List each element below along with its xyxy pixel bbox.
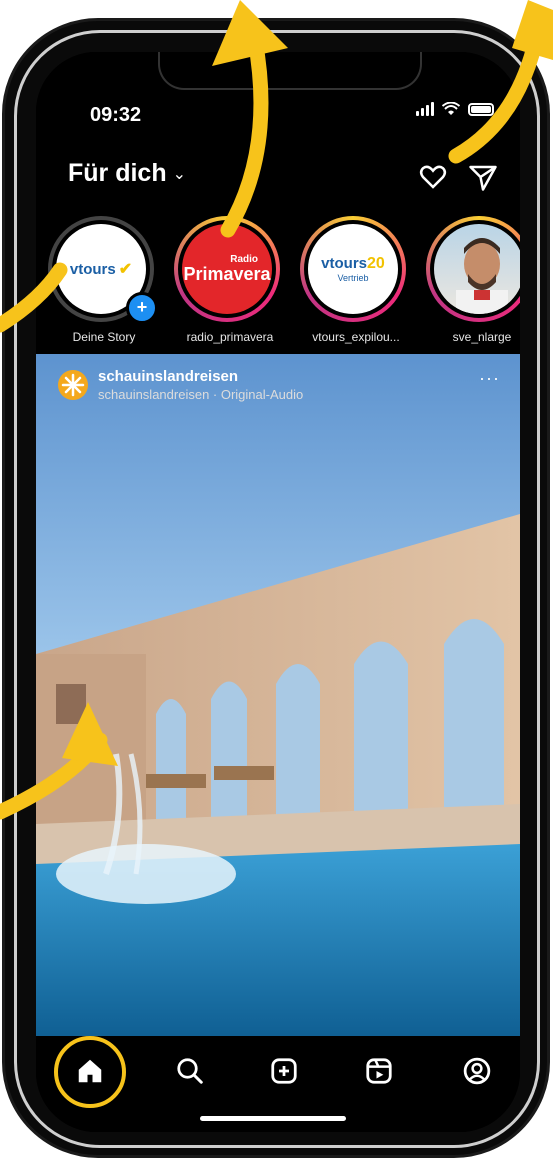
story-label: radio_primavera: [186, 330, 274, 344]
story-vtours-expilou[interactable]: vtours 20 Vertrieb vtours_expilou...: [300, 216, 412, 344]
story-logo-num: 20: [367, 255, 385, 272]
story-ring: vtours 20 Vertrieb: [300, 216, 406, 322]
story-logo-text: vtours: [321, 255, 368, 272]
story-label: sve_nlarge: [452, 330, 512, 344]
post-audio-subtitle[interactable]: schauinslandreisen · Original-Audio: [98, 387, 303, 402]
battery-icon: [468, 102, 494, 116]
app-screen: 09:32 Für dich ⌄ vtours ✔ + Deine Story …: [36, 52, 520, 1132]
story-sve-nlarge[interactable]: sve_nlarge: [426, 216, 520, 344]
story-label: vtours_expilou...: [312, 330, 400, 344]
add-post-icon[interactable]: [269, 1056, 299, 1086]
search-icon[interactable]: [175, 1056, 205, 1086]
feed-title: Für dich: [68, 159, 167, 187]
add-story-badge[interactable]: +: [126, 292, 158, 324]
home-icon[interactable]: [75, 1056, 105, 1086]
story-logo-sub: Vertrieb: [337, 273, 369, 283]
sun-logo-icon: [61, 373, 85, 397]
check-icon: ✔: [118, 261, 133, 278]
notch: [158, 52, 422, 90]
post-media[interactable]: [36, 354, 520, 1038]
story-ring: [426, 216, 520, 322]
avatar-photo: [456, 238, 508, 314]
profile-icon[interactable]: [462, 1056, 492, 1086]
more-options-icon[interactable]: ···: [479, 368, 500, 389]
reels-icon[interactable]: [364, 1056, 394, 1086]
feed-selector[interactable]: Für dich ⌄: [68, 159, 186, 188]
story-logo-big: Primavera: [183, 264, 271, 284]
signal-icon: [416, 102, 434, 116]
status-time: 09:32: [90, 104, 142, 126]
stories-tray: vtours ✔ + Deine Story Radio Primavera r…: [36, 210, 520, 352]
story-ring: Radio Primavera: [174, 216, 280, 322]
post-header: schauinslandreisen schauinslandreisen · …: [36, 354, 520, 406]
story-own[interactable]: vtours ✔ + Deine Story: [48, 216, 160, 344]
story-logo-text: vtours: [69, 260, 116, 278]
post-avatar[interactable]: [58, 370, 88, 400]
story-radio-primavera[interactable]: Radio Primavera radio_primavera: [174, 216, 286, 344]
post-username[interactable]: schauinslandreisen: [98, 368, 238, 385]
heart-icon[interactable]: [418, 162, 448, 192]
status-indicators: [416, 102, 494, 116]
wifi-icon: [442, 102, 460, 115]
home-indicator: [200, 1116, 346, 1121]
story-label: Deine Story: [72, 330, 136, 344]
resort-photo: [36, 354, 520, 1038]
chevron-down-icon: ⌄: [172, 165, 187, 183]
send-icon[interactable]: [468, 162, 498, 192]
